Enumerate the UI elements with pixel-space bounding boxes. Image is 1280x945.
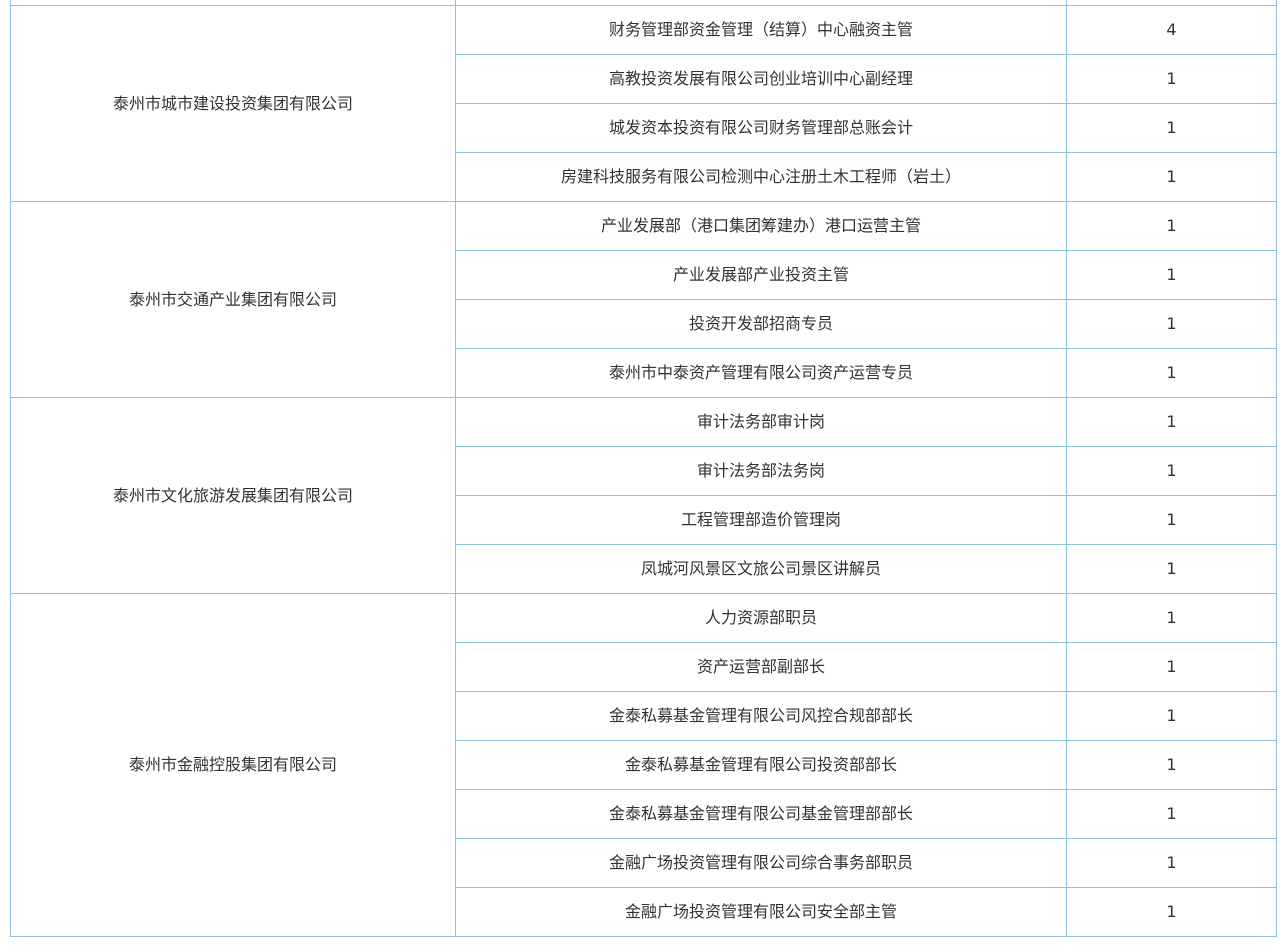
count-cell: 1 bbox=[1066, 838, 1277, 888]
position-cell: 泰州市中泰资产管理有限公司资产运营专员 bbox=[455, 348, 1067, 398]
position-cell: 金泰私募基金管理有限公司投资部部长 bbox=[455, 740, 1067, 790]
positions-table-wrapper: 泰州市城市建设投资集团有限公司 财务管理部资金管理（结算）中心融资主管 4 高教… bbox=[10, 0, 1277, 937]
count-cell: 1 bbox=[1066, 446, 1277, 496]
count-cell: 1 bbox=[1066, 397, 1277, 447]
count-cell: 1 bbox=[1066, 348, 1277, 398]
position-cell: 凤城河风景区文旅公司景区讲解员 bbox=[455, 544, 1067, 594]
position-cell: 金泰私募基金管理有限公司基金管理部部长 bbox=[455, 789, 1067, 839]
table-row: 泰州市金融控股集团有限公司 人力资源部职员 1 bbox=[10, 593, 1277, 937]
position-cell: 产业发展部产业投资主管 bbox=[455, 250, 1067, 300]
company-cell: 泰州市城市建设投资集团有限公司 bbox=[10, 5, 456, 202]
position-cell: 金融广场投资管理有限公司安全部主管 bbox=[455, 887, 1067, 937]
position-cell: 工程管理部造价管理岗 bbox=[455, 495, 1067, 545]
count-cell: 1 bbox=[1066, 299, 1277, 349]
count-cell: 1 bbox=[1066, 544, 1277, 594]
count-cell: 1 bbox=[1066, 691, 1277, 741]
position-cell: 金泰私募基金管理有限公司风控合规部部长 bbox=[455, 691, 1067, 741]
position-cell: 人力资源部职员 bbox=[455, 593, 1067, 643]
position-cell: 投资开发部招商专员 bbox=[455, 299, 1067, 349]
position-cell: 资产运营部副部长 bbox=[455, 642, 1067, 692]
count-cell: 1 bbox=[1066, 201, 1277, 251]
position-cell: 审计法务部审计岗 bbox=[455, 397, 1067, 447]
position-cell: 城发资本投资有限公司财务管理部总账会计 bbox=[455, 103, 1067, 153]
position-cell: 房建科技服务有限公司检测中心注册土木工程师（岩土） bbox=[455, 152, 1067, 202]
table-row: 泰州市文化旅游发展集团有限公司 审计法务部审计岗 1 bbox=[10, 397, 1277, 594]
count-cell: 4 bbox=[1066, 5, 1277, 55]
count-cell: 1 bbox=[1066, 250, 1277, 300]
count-cell: 1 bbox=[1066, 152, 1277, 202]
count-cell: 1 bbox=[1066, 789, 1277, 839]
table-row: 泰州市城市建设投资集团有限公司 财务管理部资金管理（结算）中心融资主管 4 bbox=[10, 5, 1277, 202]
count-cell: 1 bbox=[1066, 593, 1277, 643]
count-cell: 1 bbox=[1066, 887, 1277, 937]
count-cell: 1 bbox=[1066, 54, 1277, 104]
count-cell: 1 bbox=[1066, 642, 1277, 692]
count-cell: 1 bbox=[1066, 740, 1277, 790]
count-cell: 1 bbox=[1066, 495, 1277, 545]
company-cell: 泰州市文化旅游发展集团有限公司 bbox=[10, 397, 456, 594]
company-cell: 泰州市金融控股集团有限公司 bbox=[10, 593, 456, 937]
position-cell: 财务管理部资金管理（结算）中心融资主管 bbox=[455, 5, 1067, 55]
count-cell: 1 bbox=[1066, 103, 1277, 153]
position-cell: 高教投资发展有限公司创业培训中心副经理 bbox=[455, 54, 1067, 104]
positions-table: 泰州市城市建设投资集团有限公司 财务管理部资金管理（结算）中心融资主管 4 高教… bbox=[10, 0, 1277, 937]
table-row: 泰州市交通产业集团有限公司 产业发展部（港口集团筹建办）港口运营主管 1 bbox=[10, 201, 1277, 398]
position-cell: 金融广场投资管理有限公司综合事务部职员 bbox=[455, 838, 1067, 888]
position-cell: 产业发展部（港口集团筹建办）港口运营主管 bbox=[455, 201, 1067, 251]
company-cell: 泰州市交通产业集团有限公司 bbox=[10, 201, 456, 398]
position-cell: 审计法务部法务岗 bbox=[455, 446, 1067, 496]
